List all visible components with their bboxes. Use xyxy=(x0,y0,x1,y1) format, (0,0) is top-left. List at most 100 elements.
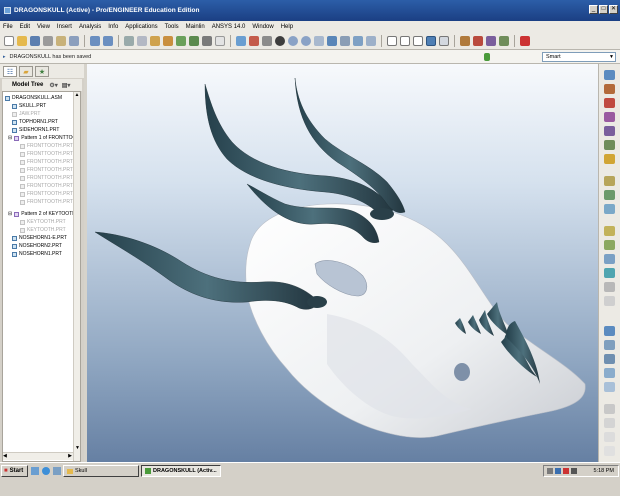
freestyle-icon[interactable] xyxy=(604,446,615,456)
regenerate-icon[interactable] xyxy=(176,36,186,46)
find-icon[interactable] xyxy=(202,36,212,46)
task-skull[interactable]: Skull xyxy=(63,465,139,477)
datum-planes-icon[interactable] xyxy=(460,36,470,46)
tree-item-part[interactable]: NOSEHORN2.PRT xyxy=(12,242,62,250)
tree-item-part[interactable]: NOSEHORN1-E.PRT xyxy=(12,234,67,242)
tree-item-part[interactable]: SKULL.PRT xyxy=(12,102,46,110)
menu-tools[interactable]: Tools xyxy=(165,24,179,30)
hole-icon[interactable] xyxy=(604,268,615,278)
tree-item-part[interactable]: FRONTTOOTH.PRT xyxy=(20,182,73,190)
tree-item-pattern[interactable]: ⊟ Pattern 2 of KEYTOOTH xyxy=(8,210,76,218)
sketch-plane-icon[interactable] xyxy=(604,84,615,94)
dragon-skull-model[interactable] xyxy=(87,64,598,462)
tree-vertical-scrollbar[interactable]: ▲ ▼ xyxy=(73,92,80,461)
tree-item-part[interactable]: FRONTTOOTH.PRT xyxy=(20,190,73,198)
menu-file[interactable]: File xyxy=(3,24,13,30)
tree-item-part[interactable]: FRONTTOOTH.PRT xyxy=(20,166,73,174)
expand-icon[interactable]: ⊟ xyxy=(8,211,12,217)
favorites-tab[interactable]: ★ xyxy=(35,66,49,77)
whats-this-icon[interactable] xyxy=(520,36,530,46)
tree-horizontal-scrollbar[interactable]: ◀ ▶ xyxy=(3,452,73,460)
round-icon[interactable] xyxy=(604,282,615,292)
layers-icon[interactable] xyxy=(353,36,363,46)
redo-icon[interactable] xyxy=(103,36,113,46)
tree-item-part[interactable]: NOSEHORN1.PRT xyxy=(12,250,62,258)
hidden-line-icon[interactable] xyxy=(400,36,410,46)
tree-item-part[interactable]: FRONTTOOTH.PRT xyxy=(20,150,73,158)
orient-mode-icon[interactable] xyxy=(262,36,272,46)
tree-settings-icon[interactable]: ⚙▾ xyxy=(49,82,57,89)
close-button[interactable]: ✕ xyxy=(609,5,618,14)
menu-mainlin[interactable]: Mainlin xyxy=(186,24,205,30)
tree-item-part[interactable]: FRONTTOOTH.PRT xyxy=(20,198,73,206)
task-dragonskull[interactable]: DRAGONSKULL (Activ... xyxy=(141,465,221,477)
trim-icon[interactable] xyxy=(604,340,615,350)
open-folder-icon[interactable] xyxy=(17,36,27,46)
start-button[interactable]: ■ Start xyxy=(1,465,28,477)
antivirus-icon[interactable] xyxy=(555,468,561,474)
menu-window[interactable]: Window xyxy=(252,24,273,30)
datum-axes-icon[interactable] xyxy=(473,36,483,46)
analysis-icon[interactable] xyxy=(604,154,615,164)
coord-sys-icon[interactable] xyxy=(604,140,615,150)
volume-icon[interactable] xyxy=(571,468,577,474)
tree-item-part[interactable]: JAW.PRT xyxy=(12,110,40,118)
minimize-button[interactable]: _ xyxy=(589,5,598,14)
proe-launch-icon[interactable] xyxy=(53,467,61,475)
network-icon[interactable] xyxy=(547,468,553,474)
clock[interactable]: 5:18 PM xyxy=(594,468,614,474)
offset-icon[interactable] xyxy=(604,368,615,378)
datum-plane-icon[interactable] xyxy=(604,70,615,80)
paste-special-icon[interactable] xyxy=(163,36,173,46)
repaint-icon[interactable] xyxy=(236,36,246,46)
view-manager-icon[interactable] xyxy=(366,36,376,46)
menu-insert[interactable]: Insert xyxy=(57,24,72,30)
thicken-icon[interactable] xyxy=(604,382,615,392)
scroll-up-icon[interactable]: ▲ xyxy=(74,92,80,98)
tree-item-part[interactable]: FRONTTOOTH.PRT xyxy=(20,158,73,166)
mirror-icon[interactable] xyxy=(604,240,615,250)
select-box-icon[interactable] xyxy=(215,36,225,46)
undo-icon[interactable] xyxy=(90,36,100,46)
datum-axis-icon[interactable] xyxy=(604,98,615,108)
datum-points-icon[interactable] xyxy=(486,36,496,46)
no-hidden-icon[interactable] xyxy=(413,36,423,46)
menu-ansys[interactable]: ANSYS 14.0 xyxy=(212,24,246,30)
tree-item-part[interactable]: FRONTTOOTH.PRT xyxy=(20,174,73,182)
tree-item-part[interactable]: KEYTOOTH.PRT xyxy=(20,226,66,234)
shading-icon[interactable] xyxy=(426,36,436,46)
menu-info[interactable]: Info xyxy=(108,24,118,30)
browser-launch-icon[interactable] xyxy=(42,467,50,475)
component-icon[interactable] xyxy=(604,190,615,200)
shell-icon[interactable] xyxy=(604,296,615,306)
show-desktop-icon[interactable] xyxy=(31,467,39,475)
tree-item-part[interactable]: TOPHORN1.PRT xyxy=(12,118,58,126)
new-file-icon[interactable] xyxy=(4,36,14,46)
scroll-right-icon[interactable]: ▶ xyxy=(68,453,72,459)
saved-views-icon[interactable] xyxy=(340,36,350,46)
cut-icon[interactable] xyxy=(124,36,134,46)
style-icon[interactable] xyxy=(604,432,615,442)
coordinate-systems-icon[interactable] xyxy=(499,36,509,46)
refit-icon[interactable] xyxy=(314,36,324,46)
zoom-in-icon[interactable] xyxy=(288,36,298,46)
tree-item-part[interactable]: KEYTOOTH.PRT xyxy=(20,218,66,226)
email-link-icon[interactable] xyxy=(69,36,79,46)
tree-item-part[interactable]: FRONTTOOTH.PRT xyxy=(20,142,73,150)
reorient-icon[interactable] xyxy=(327,36,337,46)
menu-edit[interactable]: Edit xyxy=(20,24,30,30)
window-title-bar[interactable]: DRAGONSKULL (Active) - Pro/ENGINEER Educ… xyxy=(0,0,620,21)
selection-filter-dropdown[interactable]: Smart ▼ xyxy=(542,52,616,62)
wireframe-icon[interactable] xyxy=(387,36,397,46)
datum-curve-icon[interactable] xyxy=(604,112,615,122)
scroll-left-icon[interactable]: ◀ xyxy=(3,453,7,459)
expand-icon[interactable]: ⊟ xyxy=(8,135,12,141)
create-component-icon[interactable] xyxy=(604,204,615,214)
tree-item-assembly[interactable]: DRAGONSKULL.ASM xyxy=(5,94,62,102)
spin-center-icon[interactable] xyxy=(249,36,259,46)
scroll-down-icon[interactable]: ▼ xyxy=(74,445,81,451)
folder-browser-tab[interactable]: ▰ xyxy=(19,66,33,77)
repeat-icon[interactable] xyxy=(604,226,615,236)
security-icon[interactable] xyxy=(563,468,569,474)
tree-item-pattern[interactable]: ⊟ Pattern 1 of FRONTTOO xyxy=(8,134,76,142)
